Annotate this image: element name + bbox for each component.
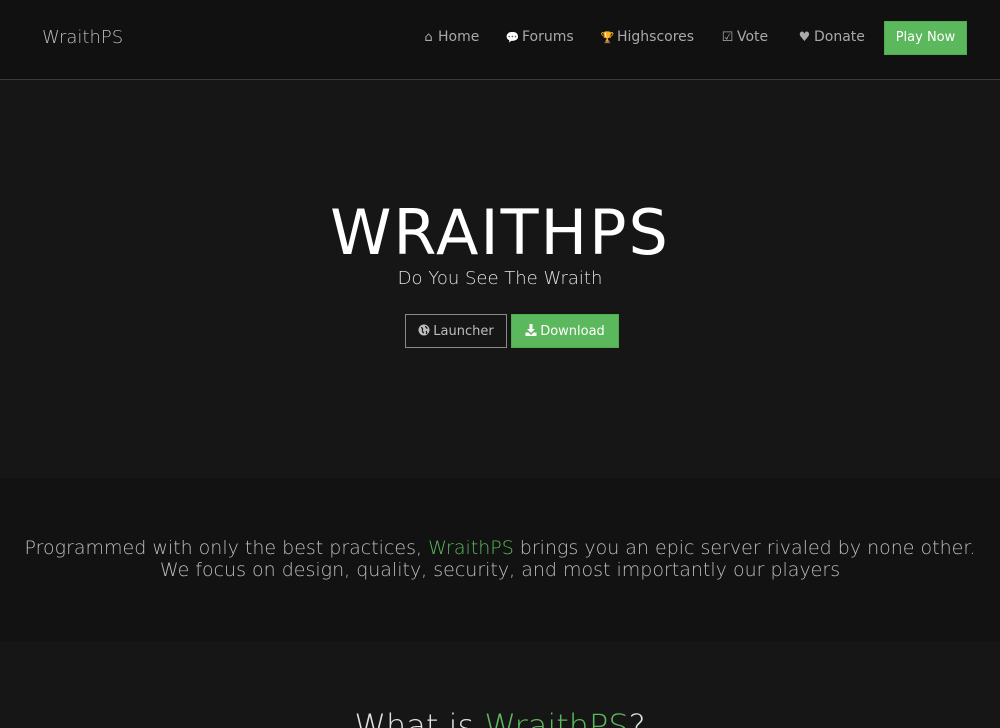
about-section: What is WraithPS? — [0, 641, 1000, 728]
tagline-line-1: Programmed with only the best practices,… — [0, 537, 1000, 559]
hero-title: WRAITHPS — [330, 196, 670, 269]
nav-item-label: Donate — [814, 29, 865, 45]
heart-icon: ♥ — [798, 30, 811, 45]
section-title: What is WraithPS? — [0, 707, 1000, 728]
play-now-button[interactable]: Play Now — [884, 21, 967, 55]
hero-section: WRAITHPS Do You See The Wraith Launcher … — [0, 80, 1000, 478]
section-title-text: ? — [628, 707, 646, 728]
nav-item-label: Vote — [737, 29, 769, 45]
nav-item-donate[interactable]: ♥ Donate — [797, 29, 865, 45]
tagline-text: brings you an epic server rivaled by non… — [513, 537, 976, 559]
brand-link[interactable]: WraithPS — [42, 27, 123, 48]
nav-item-label: Home — [438, 29, 480, 45]
download-button[interactable]: Download — [511, 314, 619, 348]
download-label: Download — [540, 324, 605, 339]
nav-item-vote[interactable]: ☑ Vote — [720, 29, 769, 45]
home-icon: ⌂ — [424, 30, 433, 45]
navbar: WraithPS ⌂ Home 💬 Forums 🏆 Highscores ☑ Vote… — [0, 0, 1000, 80]
nav-item-label: Forums — [522, 29, 574, 45]
nav-item-forums[interactable]: 💬 Forums — [505, 29, 574, 45]
launcher-label: Launcher — [433, 324, 494, 339]
check-square-icon: ☑ — [721, 30, 734, 45]
trophy-icon: 🏆 — [600, 31, 615, 44]
tagline-line-2: We focus on design, quality, security, a… — [159, 559, 841, 581]
tagline-band: Programmed with only the best practices,… — [0, 478, 1000, 641]
launcher-button[interactable]: Launcher — [405, 314, 507, 348]
globe-icon — [418, 315, 430, 347]
hero-subtitle: Do You See The Wraith — [397, 268, 603, 289]
download-icon — [525, 315, 537, 347]
nav-item-label: Highscores — [617, 29, 695, 45]
section-title-brand: WraithPS — [484, 707, 629, 728]
tagline-text: Programmed with only the best practices, — [24, 537, 429, 559]
nav-item-home[interactable]: ⌂ Home — [421, 29, 479, 45]
comments-icon: 💬 — [505, 31, 520, 44]
section-title-text: What is — [354, 707, 485, 728]
nav-item-highscores[interactable]: 🏆 Highscores — [600, 29, 694, 45]
tagline-brand: WraithPS — [428, 537, 514, 559]
